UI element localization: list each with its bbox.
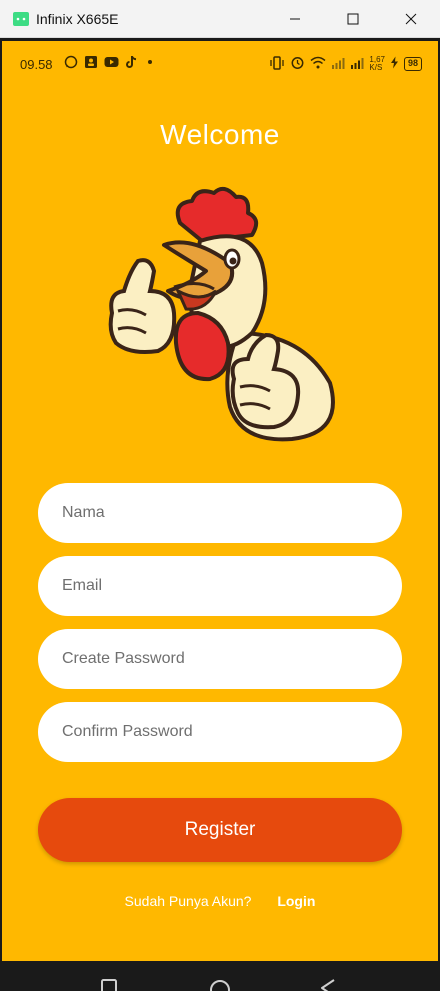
navigation-bar bbox=[0, 961, 440, 991]
minimize-button[interactable] bbox=[266, 0, 324, 38]
register-screen: 09.58 1,67 K/S 98 Welcome Nama Email Reg… bbox=[2, 41, 438, 961]
charging-icon bbox=[390, 56, 399, 71]
status-bar: 09.58 1,67 K/S 98 bbox=[2, 41, 438, 83]
chicken-mascot-image bbox=[102, 183, 342, 445]
alarm-icon bbox=[290, 55, 305, 72]
net-speed: 1,67 K/S bbox=[369, 55, 385, 72]
create-password-input[interactable] bbox=[62, 650, 402, 668]
recents-icon[interactable] bbox=[100, 978, 120, 991]
name-field[interactable] bbox=[38, 483, 402, 543]
create-password-field[interactable] bbox=[38, 629, 402, 689]
window-title: Infinix X665E bbox=[36, 10, 119, 27]
window-titlebar: Infinix X665E bbox=[0, 0, 440, 38]
login-question: Sudah Punya Akun? bbox=[124, 893, 252, 909]
phone-frame: 09.58 1,67 K/S 98 Welcome Nama Email Reg… bbox=[0, 38, 440, 991]
name-input[interactable] bbox=[62, 504, 402, 522]
status-time: 09.58 bbox=[20, 57, 53, 72]
close-button[interactable] bbox=[382, 0, 440, 38]
maximize-button[interactable] bbox=[324, 0, 382, 38]
contact-card-icon bbox=[84, 55, 98, 72]
login-link[interactable]: Login bbox=[277, 893, 315, 909]
email-input[interactable] bbox=[62, 577, 402, 595]
register-button[interactable]: Register bbox=[38, 798, 402, 862]
youtube-icon bbox=[104, 56, 119, 71]
vibrate-icon bbox=[269, 55, 285, 72]
wifi-icon bbox=[310, 56, 326, 71]
android-icon bbox=[12, 11, 30, 27]
email-field[interactable] bbox=[38, 556, 402, 616]
page-title: Welcome bbox=[160, 119, 280, 150]
signal-icon bbox=[331, 57, 345, 71]
home-icon[interactable] bbox=[208, 978, 232, 991]
confirm-password-field[interactable] bbox=[38, 702, 402, 762]
battery-indicator: 98 bbox=[403, 56, 422, 71]
login-prompt: Sudah Punya Akun? Login bbox=[2, 893, 438, 909]
back-icon[interactable] bbox=[318, 978, 338, 991]
signal-icon bbox=[350, 57, 364, 71]
dot-icon bbox=[144, 56, 156, 71]
net-speed-unit: K/S bbox=[369, 62, 383, 72]
tiktok-icon bbox=[125, 55, 138, 72]
whatsapp-icon bbox=[64, 55, 78, 72]
confirm-password-input[interactable] bbox=[62, 723, 402, 741]
